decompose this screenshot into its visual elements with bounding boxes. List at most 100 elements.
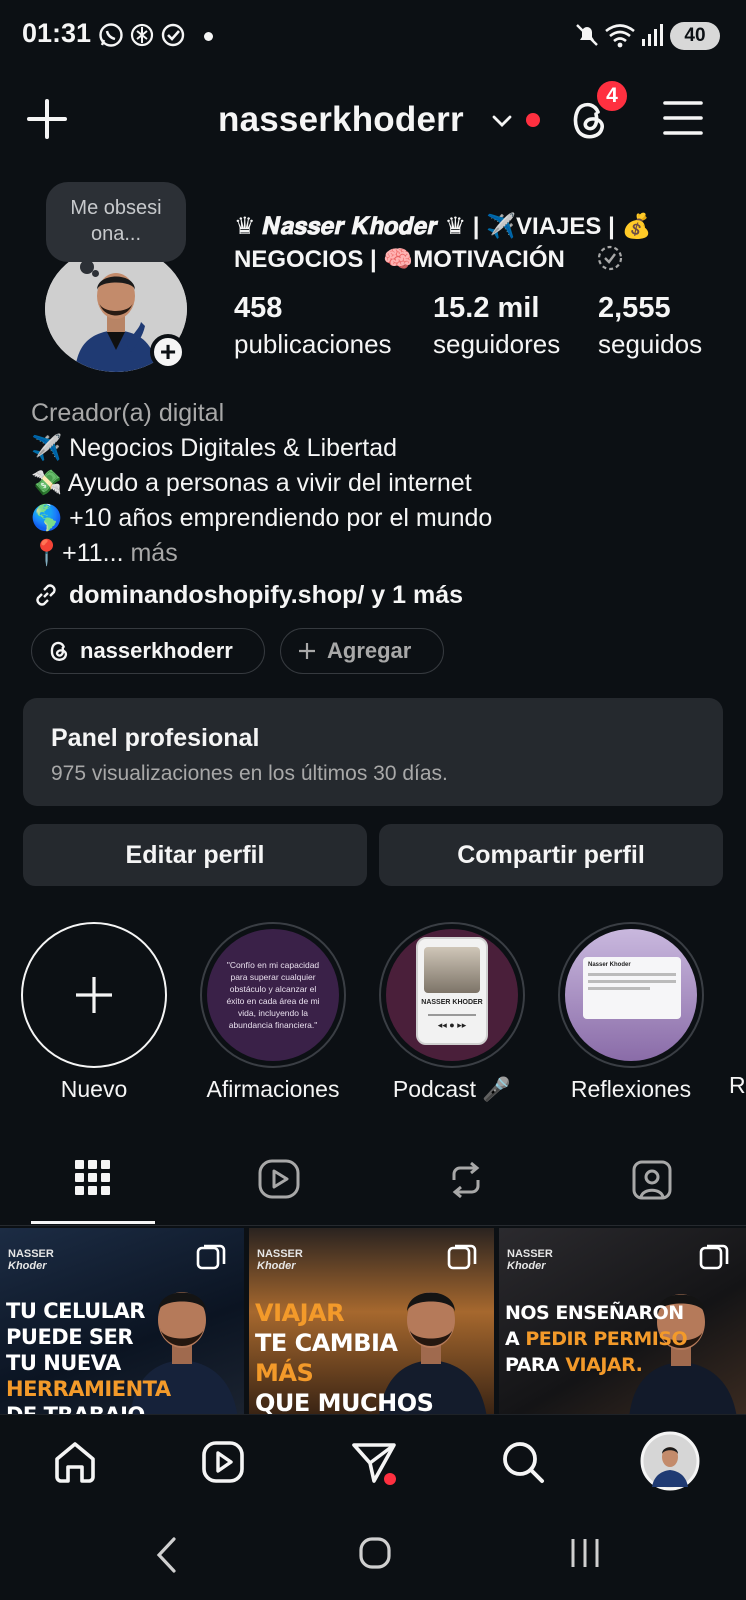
- professional-dashboard[interactable]: Panel profesional 975 visualizaciones en…: [23, 698, 723, 806]
- highlight-ring: [21, 922, 167, 1068]
- stat-followers-label: seguidores: [433, 329, 561, 359]
- highlight-label: Podcast 🎤: [392, 1076, 512, 1102]
- highlight-cover: Nasser Khoder: [565, 929, 697, 1061]
- post-brand: NASSER Khoder: [507, 1248, 553, 1272]
- status-time: 01:31: [22, 18, 92, 48]
- podcast-caption: NASSER KHODER: [421, 999, 483, 1006]
- tweet-card: Nasser Khoder: [583, 957, 681, 1019]
- post-brand: NASSER Khoder: [8, 1248, 54, 1272]
- post-headline: TU CELULAR PUEDE SER TU NUEVA HERRAMIENT…: [6, 1299, 171, 1414]
- system-navigation-bar: [0, 1518, 746, 1600]
- plus-icon: [297, 641, 317, 661]
- stat-following[interactable]: 2,555 seguidos: [598, 290, 702, 362]
- highlight-label-cut[interactable]: R: [729, 1072, 746, 1099]
- bottom-navigation: [0, 1414, 746, 1518]
- bio-line: 💸 Ayudo a personas a vivir del internet: [31, 469, 472, 497]
- reposts-icon[interactable]: [446, 1158, 486, 1202]
- bio-more-link[interactable]: más: [130, 539, 177, 567]
- chatgpt-icon: [129, 22, 155, 48]
- post-tile[interactable]: NASSER Khoder NOS ENSEÑARON A PEDIR PERMI…: [499, 1228, 746, 1414]
- menu-icon[interactable]: [662, 98, 704, 138]
- share-profile-button[interactable]: Compartir perfil: [379, 824, 723, 886]
- phone-mockup: NASSER KHODER ◂◂ ● ▸▸: [416, 937, 488, 1045]
- bio-line: ✈️ Negocios Digitales & Libertad: [31, 434, 398, 462]
- highlight-ring: Nasser Khoder: [558, 922, 704, 1068]
- notification-dot-icon: [204, 32, 213, 41]
- highlight-afirmaciones[interactable]: "Confío en mi capacidad para superar cua…: [200, 922, 346, 1103]
- profile-avatar-icon[interactable]: [640, 1431, 700, 1491]
- direct-messages-icon[interactable]: [350, 1439, 402, 1489]
- check-circle-icon: [160, 22, 186, 48]
- link-icon: [31, 580, 61, 610]
- post-brand: NASSER Khoder: [257, 1248, 303, 1272]
- chevron-down-icon[interactable]: [492, 114, 512, 128]
- battery-indicator: 40: [670, 22, 720, 50]
- profile-link[interactable]: dominandoshopify.shop/ y 1 más: [31, 580, 463, 610]
- tagged-icon[interactable]: [630, 1158, 674, 1202]
- highlight-reflexiones[interactable]: Nasser Khoder Reflexiones: [558, 922, 704, 1103]
- stat-posts-value: 458: [234, 292, 283, 324]
- profile-category: Creador(a) digital: [31, 399, 225, 427]
- pro-panel-subtitle: 975 visualizaciones en los últimos 30 dí…: [51, 762, 448, 785]
- profile-tabs: [0, 1140, 746, 1226]
- pro-panel-title: Panel profesional: [51, 724, 260, 752]
- post-tile[interactable]: NASSER Khoder VIAJAR TE CAMBIA MÁS QUE MU…: [249, 1228, 494, 1414]
- post-headline: NOS ENSEÑARON A PEDIR PERMISO PARA VIAJA…: [505, 1302, 688, 1376]
- post-tile[interactable]: NASSER Khoder TU CELULAR PUEDE SER TU NUE…: [0, 1228, 244, 1414]
- verified-dashed-icon: [596, 244, 624, 272]
- multiple-posts-icon: [196, 1242, 226, 1272]
- active-tab-indicator: [31, 1221, 155, 1224]
- multiple-posts-icon: [699, 1242, 729, 1272]
- plus-icon: [72, 973, 116, 1017]
- reels-icon[interactable]: [257, 1158, 301, 1200]
- threads-icon: [48, 639, 70, 663]
- stat-posts[interactable]: 458 publicaciones: [234, 290, 392, 362]
- highlight-label: Reflexiones: [570, 1076, 692, 1102]
- add-link-pill[interactable]: Agregar: [280, 628, 444, 674]
- username-switcher[interactable]: nasserkhoderr: [218, 100, 464, 140]
- post-headline: VIAJAR TE CAMBIA MÁS QUE MUCHOS: [255, 1299, 434, 1414]
- threads-badge: 4: [594, 78, 630, 114]
- stat-following-value: 2,555: [598, 292, 671, 324]
- bio-line: 🌎 +10 años emprendiendo por el mundo: [31, 504, 493, 532]
- stat-followers-value: 15.2 mil: [433, 292, 540, 324]
- highlight-label: Afirmaciones: [206, 1076, 340, 1102]
- add-pill-label: Agregar: [327, 638, 412, 663]
- signal-icon: [640, 22, 666, 48]
- bio-line-text: 📍+11...: [31, 539, 124, 567]
- reels-icon[interactable]: [200, 1439, 246, 1485]
- edit-profile-button[interactable]: Editar perfil: [23, 824, 367, 886]
- home-button-icon[interactable]: [358, 1536, 392, 1570]
- note-bubble[interactable]: Me obsesi ona...: [46, 182, 186, 262]
- grid-icon[interactable]: [74, 1158, 112, 1198]
- stat-following-label: seguidos: [598, 329, 703, 359]
- bio-line-truncated: 📍+11... más: [31, 539, 178, 568]
- profile-link-text: dominandoshopify.shop/ y 1 más: [69, 580, 464, 609]
- back-icon[interactable]: [154, 1536, 178, 1574]
- status-bar: 01:31 40: [0, 0, 746, 72]
- add-story-plus-icon[interactable]: +: [150, 334, 186, 370]
- highlight-cover: "Confío en mi capacidad para superar cua…: [207, 929, 339, 1061]
- account-notification-dot: [526, 113, 540, 127]
- highlight-quote: "Confío en mi capacidad para superar cua…: [226, 960, 320, 1030]
- mute-icon: [574, 22, 600, 48]
- threads-profile-pill[interactable]: nasserkhoderr: [31, 628, 265, 674]
- recent-apps-icon[interactable]: [568, 1536, 602, 1570]
- wifi-icon: [604, 22, 638, 48]
- highlight-label: Nuevo: [60, 1076, 128, 1102]
- display-name: ♛ 𝑵𝒂𝒔𝒔𝒆𝒓 𝑲𝒉𝒐𝒅𝒆𝒓 ♛ | ✈️VIAJES | 💰 NEGOCIO…: [234, 213, 652, 273]
- highlight-new[interactable]: Nuevo: [21, 922, 167, 1103]
- stat-followers[interactable]: 15.2 mil seguidores: [433, 290, 560, 362]
- note-tail: [92, 270, 99, 277]
- highlight-ring: "Confío en mi capacidad para superar cua…: [200, 922, 346, 1068]
- threads-pill-label: nasserkhoderr: [80, 638, 233, 663]
- highlight-podcast[interactable]: NASSER KHODER ◂◂ ● ▸▸ Podcast 🎤: [379, 922, 525, 1103]
- search-icon[interactable]: [500, 1439, 546, 1485]
- highlight-cover: NASSER KHODER ◂◂ ● ▸▸: [386, 929, 518, 1061]
- multiple-posts-icon: [447, 1242, 477, 1272]
- profile-header: nasserkhoderr: [0, 80, 746, 160]
- tweet-author: Nasser Khoder: [588, 962, 631, 968]
- home-icon[interactable]: [52, 1439, 98, 1485]
- create-plus-icon[interactable]: [26, 98, 68, 140]
- stat-posts-label: publicaciones: [234, 329, 392, 359]
